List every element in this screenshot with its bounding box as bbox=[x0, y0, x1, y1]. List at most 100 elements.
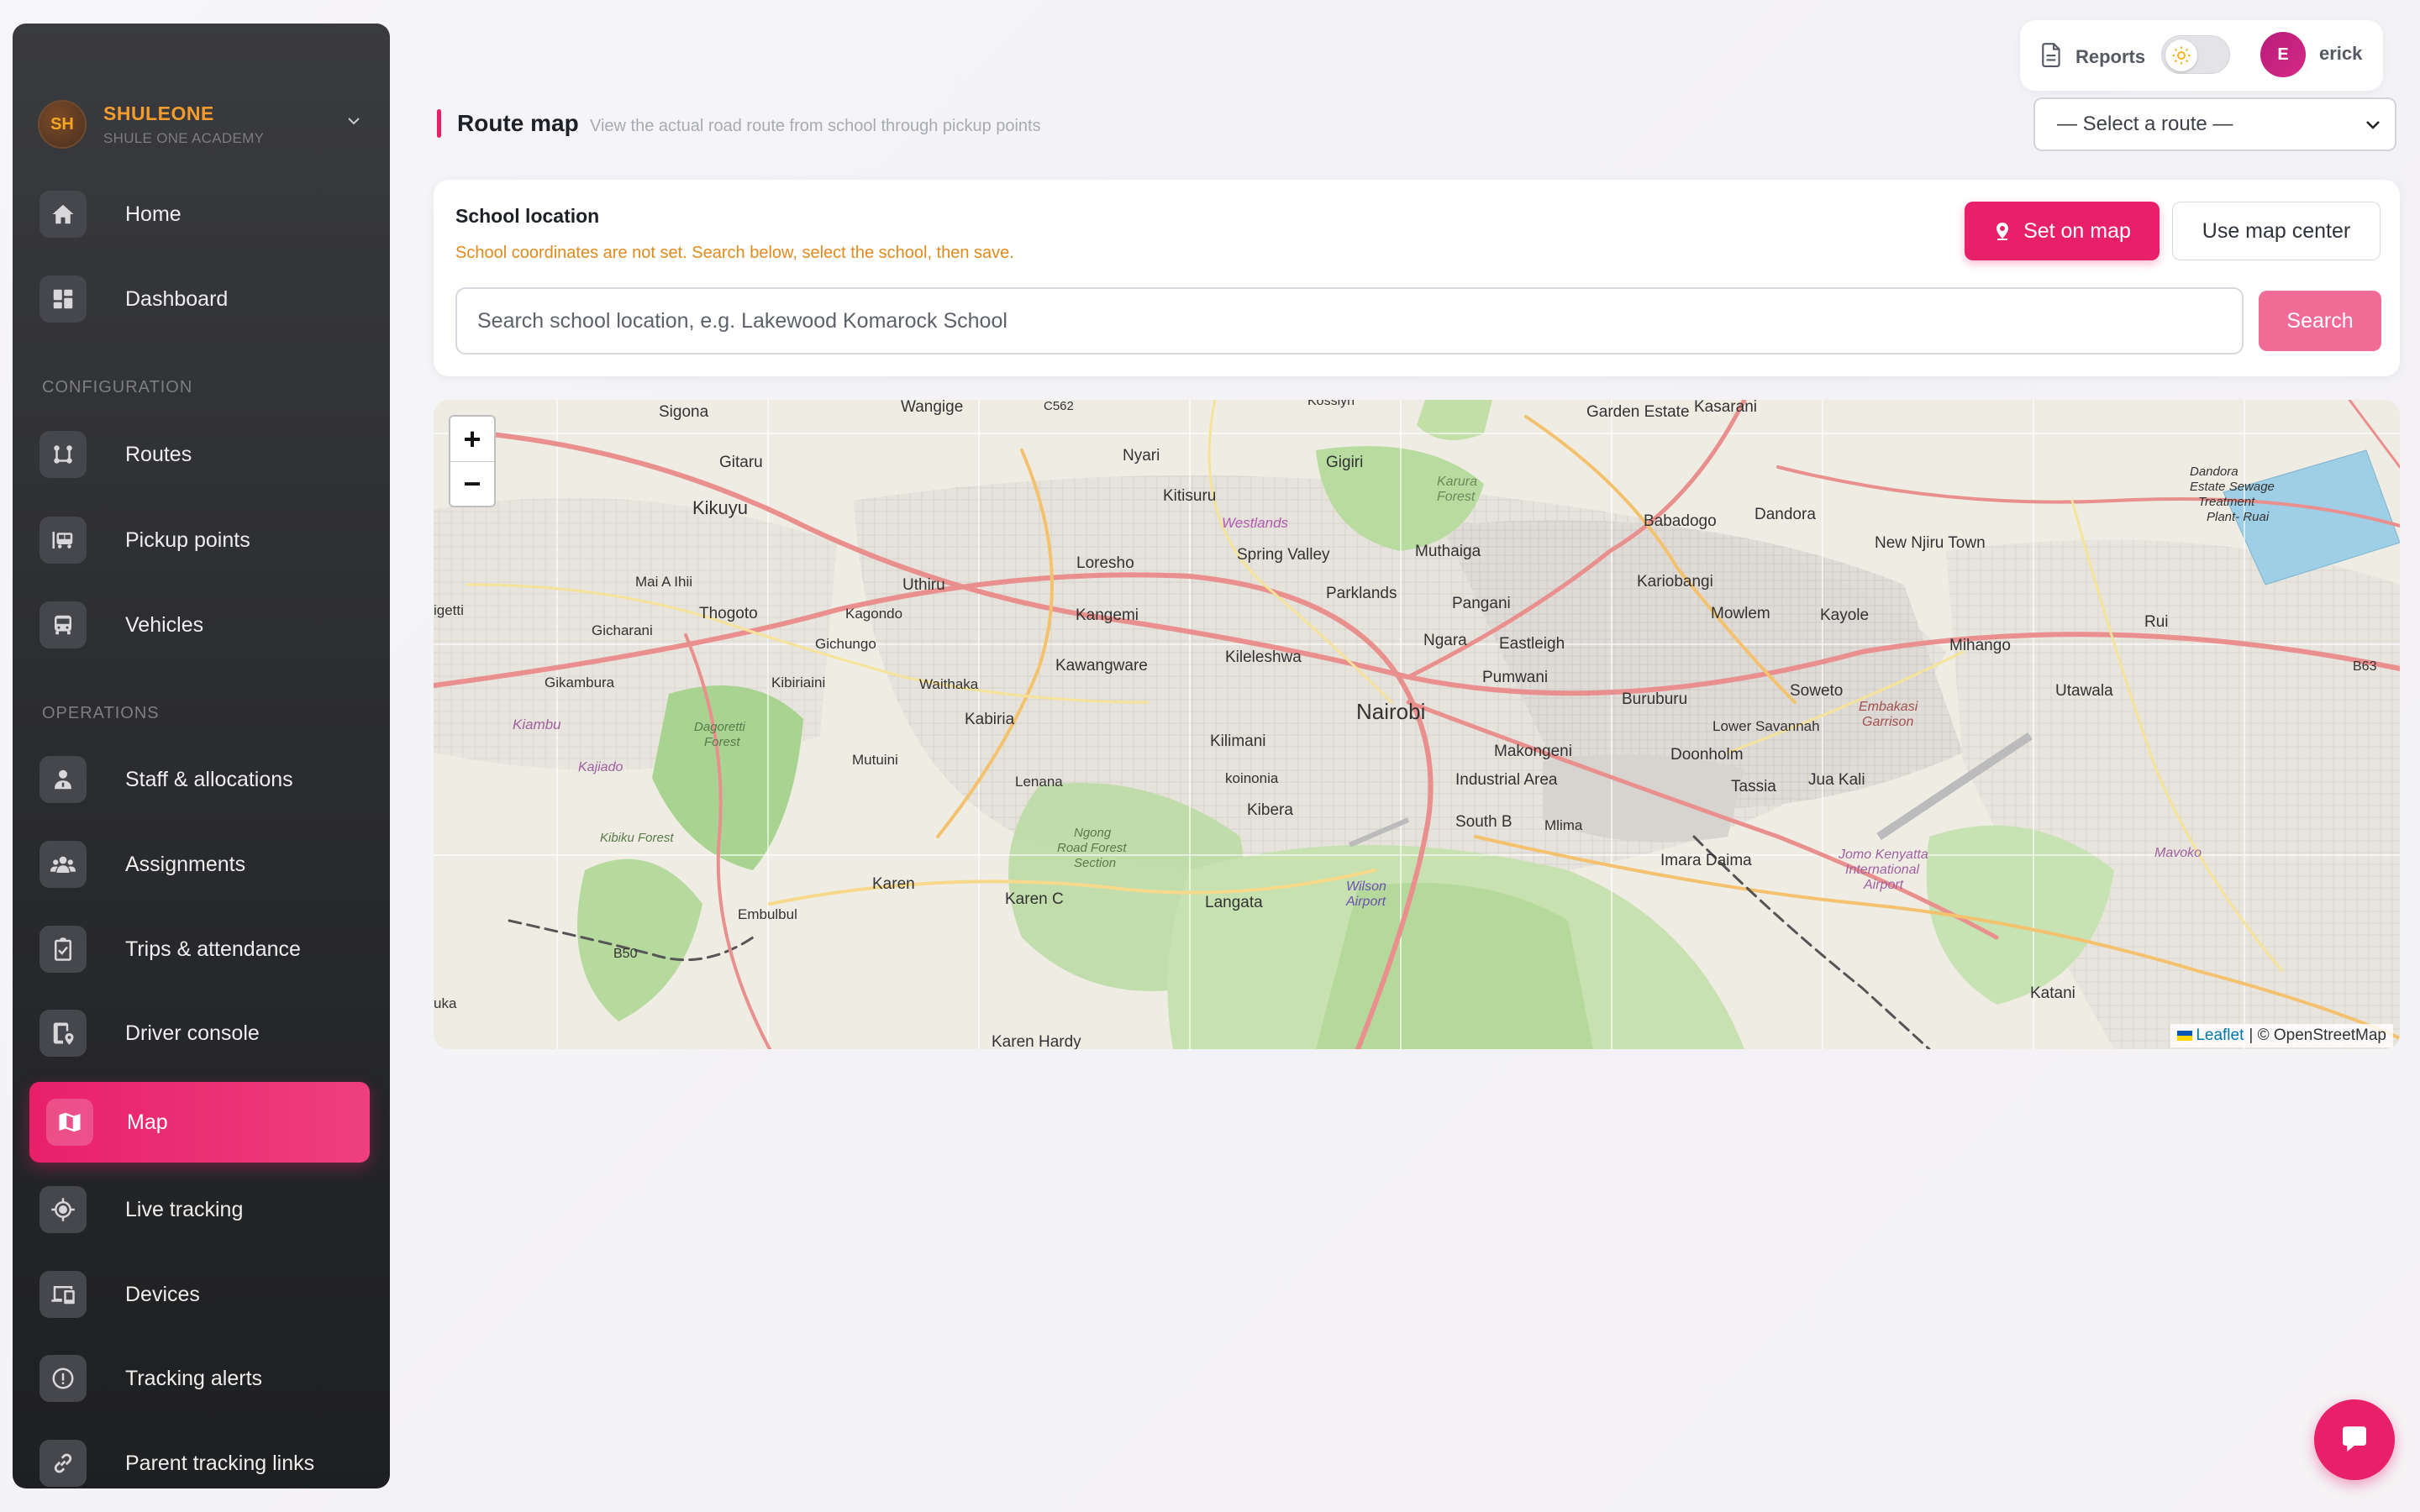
home-icon bbox=[39, 191, 87, 238]
school-search-input[interactable] bbox=[455, 287, 2244, 354]
svg-text:Mowlem: Mowlem bbox=[1711, 605, 1770, 622]
route-map[interactable]: Sigona Wangige C562 Kossiyn Garden Estate K… bbox=[434, 400, 2400, 1049]
sidebar-item-dashboard[interactable]: Dashboard bbox=[29, 259, 370, 339]
svg-text:Embakasi: Embakasi bbox=[1859, 700, 1918, 714]
reports-link[interactable]: Reports bbox=[2040, 42, 2145, 71]
svg-text:koinonia: koinonia bbox=[1225, 770, 1279, 786]
svg-text:Kajiado: Kajiado bbox=[578, 760, 623, 774]
map-tiles[interactable]: Sigona Wangige C562 Kossiyn Garden Estate K… bbox=[434, 400, 2400, 1049]
svg-text:Babadogo: Babadogo bbox=[1644, 512, 1717, 530]
chevron-down-icon[interactable] bbox=[347, 114, 360, 129]
route-select-value: — Select a route — bbox=[2057, 113, 2233, 135]
sidebar-item-staff-allocations[interactable]: Staff & allocations bbox=[29, 739, 370, 820]
attribution-text: | © OpenStreetMap bbox=[2249, 1026, 2386, 1044]
svg-text:Kibiku Forest: Kibiku Forest bbox=[600, 831, 674, 845]
sidebar-item-assignments[interactable]: Assignments bbox=[29, 824, 370, 905]
user-name[interactable]: erick bbox=[2319, 43, 2362, 65]
svg-text:Kayole: Kayole bbox=[1820, 606, 1869, 624]
clipboard-check-icon bbox=[39, 926, 87, 973]
zoom-out-button[interactable]: − bbox=[450, 461, 494, 506]
document-icon bbox=[2040, 42, 2064, 71]
sidebar-item-driver-console[interactable]: Driver console bbox=[29, 993, 370, 1074]
crosshair-icon bbox=[39, 1186, 87, 1233]
brand-switcher[interactable]: SH SHULEONE SHULE ONE ACADEMY bbox=[38, 91, 374, 158]
svg-text:Nairobi: Nairobi bbox=[1356, 699, 1425, 724]
svg-text:Gitaru: Gitaru bbox=[719, 454, 763, 471]
route-select[interactable]: — Select a route — bbox=[2033, 97, 2396, 151]
sidebar-item-pickup-points[interactable]: Pickup points bbox=[29, 500, 370, 580]
svg-text:Kitisuru: Kitisuru bbox=[1163, 487, 1216, 505]
svg-text:Karen C: Karen C bbox=[1005, 890, 1064, 908]
staff-icon bbox=[39, 756, 87, 803]
svg-text:Kileleshwa: Kileleshwa bbox=[1225, 648, 1302, 666]
sidebar-item-label: Trips & attendance bbox=[125, 937, 301, 961]
svg-text:Road Forest: Road Forest bbox=[1057, 841, 1127, 855]
sidebar-item-home[interactable]: Home bbox=[29, 174, 370, 255]
svg-text:Forest: Forest bbox=[1437, 490, 1476, 504]
chat-button[interactable] bbox=[2314, 1399, 2395, 1480]
svg-text:Doonholm: Doonholm bbox=[1670, 746, 1744, 764]
zoom-control: + − bbox=[449, 415, 496, 507]
theme-toggle[interactable] bbox=[2161, 35, 2230, 74]
set-on-map-button[interactable]: Set on map bbox=[1965, 202, 2160, 260]
svg-text:South B: South B bbox=[1455, 813, 1512, 831]
sun-icon bbox=[2165, 39, 2197, 71]
alert-icon bbox=[39, 1355, 87, 1402]
svg-text:Wangige: Wangige bbox=[901, 400, 963, 416]
svg-text:International: International bbox=[1845, 863, 1920, 877]
sidebar-item-label: Home bbox=[125, 202, 182, 226]
svg-text:Katani: Katani bbox=[2030, 984, 2075, 1002]
school-location-card: School location School coordinates are n… bbox=[434, 180, 2400, 376]
section-label-configuration: CONFIGURATION bbox=[42, 378, 193, 396]
sidebar-item-devices[interactable]: Devices bbox=[29, 1254, 370, 1335]
svg-text:Lower Savannah: Lower Savannah bbox=[1712, 718, 1820, 734]
zoom-in-button[interactable]: + bbox=[450, 417, 494, 461]
svg-text:Kikuyu: Kikuyu bbox=[692, 497, 748, 518]
sidebar-item-label: Vehicles bbox=[125, 612, 204, 637]
svg-text:Mihango: Mihango bbox=[1949, 637, 2011, 654]
svg-text:Gikambura: Gikambura bbox=[544, 675, 615, 690]
sidebar-item-map[interactable]: Map bbox=[29, 1082, 370, 1163]
bus-stop-icon bbox=[39, 517, 87, 564]
svg-text:Parklands: Parklands bbox=[1326, 585, 1397, 602]
section-label-operations: OPERATIONS bbox=[42, 704, 160, 722]
svg-text:Ngong: Ngong bbox=[1074, 826, 1112, 840]
svg-text:uka: uka bbox=[434, 995, 457, 1011]
svg-text:Uthiru: Uthiru bbox=[902, 576, 945, 594]
sidebar-item-vehicles[interactable]: Vehicles bbox=[29, 585, 370, 665]
use-map-center-button[interactable]: Use map center bbox=[2172, 202, 2381, 260]
svg-text:Forest: Forest bbox=[704, 735, 740, 749]
svg-text:Kibera: Kibera bbox=[1247, 801, 1293, 819]
svg-text:Mlima: Mlima bbox=[1544, 817, 1583, 833]
sidebar-item-live-tracking[interactable]: Live tracking bbox=[29, 1169, 370, 1250]
svg-text:Plant- Ruai: Plant- Ruai bbox=[2207, 510, 2270, 524]
sidebar-item-parent-tracking-links[interactable]: Parent tracking links bbox=[29, 1423, 370, 1488]
sidebar-item-trips-attendance[interactable]: Trips & attendance bbox=[29, 909, 370, 990]
svg-text:Kagondo: Kagondo bbox=[845, 606, 902, 622]
chevron-down-icon bbox=[2363, 114, 2383, 134]
svg-text:Kasarani: Kasarani bbox=[1694, 400, 1757, 416]
svg-text:Wilson: Wilson bbox=[1346, 879, 1386, 894]
devices-icon bbox=[39, 1271, 87, 1318]
svg-text:Tassia: Tassia bbox=[1731, 778, 1776, 795]
svg-text:Dandora: Dandora bbox=[1754, 506, 1816, 523]
svg-text:Kiambu: Kiambu bbox=[513, 717, 561, 732]
set-on-map-label: Set on map bbox=[2023, 218, 2131, 243]
svg-text:Rui: Rui bbox=[2144, 613, 2169, 631]
search-button[interactable]: Search bbox=[2259, 291, 2381, 351]
leaflet-link[interactable]: Leaflet bbox=[2196, 1026, 2244, 1045]
svg-text:Jua Kali: Jua Kali bbox=[1808, 771, 1865, 789]
svg-text:Kangemi: Kangemi bbox=[1076, 606, 1139, 624]
sidebar-item-label: Assignments bbox=[125, 852, 246, 876]
sidebar-item-tracking-alerts[interactable]: Tracking alerts bbox=[29, 1338, 370, 1419]
sidebar-item-label: Driver console bbox=[125, 1021, 260, 1045]
svg-text:Nyari: Nyari bbox=[1123, 447, 1160, 465]
svg-text:B50: B50 bbox=[613, 947, 638, 961]
svg-text:Airport: Airport bbox=[1345, 895, 1386, 909]
sidebar-item-routes[interactable]: Routes bbox=[29, 414, 370, 495]
svg-text:Buruburu: Buruburu bbox=[1622, 690, 1687, 708]
svg-text:Karen: Karen bbox=[872, 875, 915, 893]
link-icon bbox=[39, 1440, 87, 1487]
user-avatar[interactable]: E bbox=[2260, 32, 2306, 77]
svg-text:Gicharani: Gicharani bbox=[592, 622, 653, 638]
